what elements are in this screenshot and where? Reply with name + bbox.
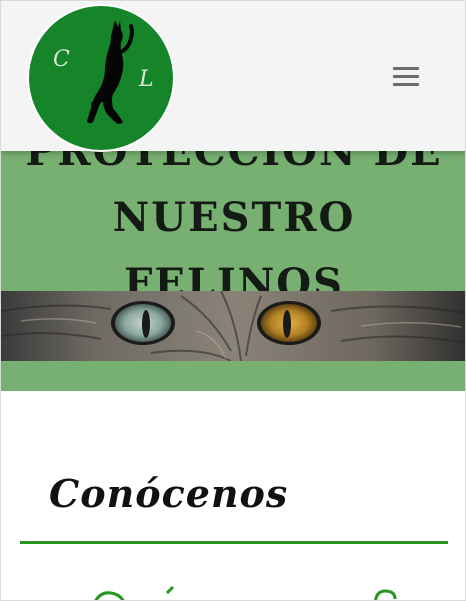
cat-eyes-image [1, 291, 465, 361]
section-title-conocenos: Conócenos [49, 471, 289, 516]
logo-initial-c: C [53, 47, 70, 72]
next-section-heading-partial [1, 581, 465, 600]
section-divider [20, 541, 448, 544]
site-header: C L [1, 1, 465, 152]
site-logo[interactable]: C L [27, 4, 175, 152]
hamburger-menu-icon [393, 67, 419, 70]
page: PROTECCIÓN DE NUESTRO FELINOS C L Conóce… [0, 0, 466, 601]
logo-initial-l: L [138, 67, 154, 92]
hamburger-menu-button[interactable] [387, 61, 425, 93]
cat-logo-icon: C L [29, 6, 173, 150]
cat-eyes-photo [1, 291, 465, 361]
